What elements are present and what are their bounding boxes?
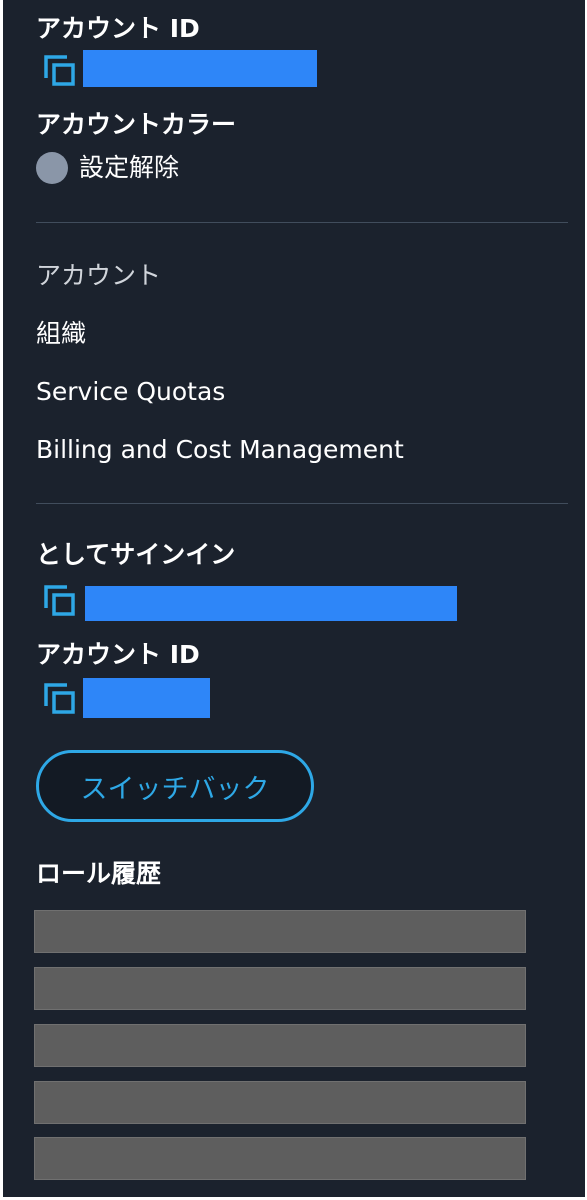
role-history-item[interactable] bbox=[34, 1137, 526, 1180]
account-color-swatch bbox=[36, 152, 68, 184]
role-history-item[interactable] bbox=[34, 910, 526, 953]
account-menu-panel: アカウント ID アカウントカラー 設定解除 アカウント 組織 Service … bbox=[3, 0, 585, 1197]
switch-back-button[interactable]: スイッチバック bbox=[36, 750, 314, 822]
role-history-item[interactable] bbox=[34, 1024, 526, 1067]
signed-in-as-heading: としてサインイン bbox=[36, 540, 236, 569]
copy-icon[interactable] bbox=[43, 584, 77, 618]
menu-item-organization[interactable]: 組織 bbox=[36, 318, 86, 350]
session-account-id-redacted bbox=[83, 678, 210, 718]
switch-back-label: スイッチバック bbox=[80, 773, 270, 805]
account-id-heading: アカウント ID bbox=[36, 14, 200, 43]
menu-item-account[interactable]: アカウント bbox=[36, 260, 161, 292]
role-history-heading: ロール履歴 bbox=[36, 859, 162, 888]
account-color-value: 設定解除 bbox=[79, 153, 180, 182]
role-history-item[interactable] bbox=[34, 967, 526, 1010]
divider bbox=[36, 503, 568, 504]
copy-icon[interactable] bbox=[43, 682, 77, 716]
session-account-id-heading: アカウント ID bbox=[36, 640, 200, 669]
account-id-redacted bbox=[83, 50, 317, 87]
account-color-heading: アカウントカラー bbox=[36, 110, 237, 139]
signed-in-user-redacted bbox=[85, 586, 457, 621]
copy-icon[interactable] bbox=[43, 54, 77, 88]
menu-item-billing[interactable]: Billing and Cost Management bbox=[36, 434, 404, 466]
menu-item-service-quotas[interactable]: Service Quotas bbox=[36, 376, 225, 408]
divider bbox=[36, 222, 568, 223]
role-history-item[interactable] bbox=[34, 1081, 526, 1124]
